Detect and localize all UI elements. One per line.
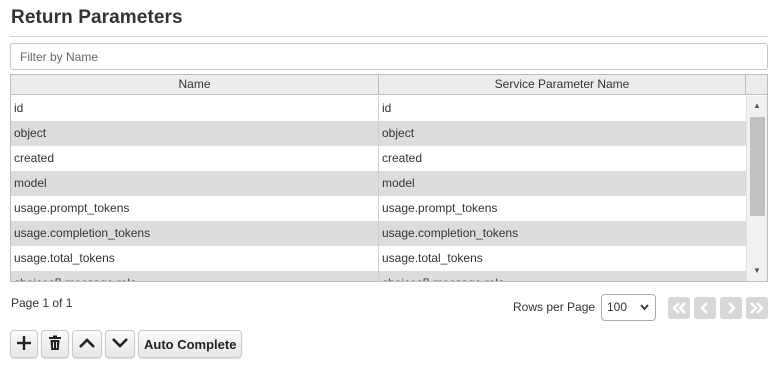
grid-toolbar: Auto Complete <box>10 330 243 358</box>
cell-service-parameter-name[interactable]: usage.total_tokens <box>379 246 746 271</box>
chevron-down-icon <box>639 295 650 330</box>
grid-body: id id object object created created mode… <box>11 96 746 281</box>
trash-icon <box>48 335 62 354</box>
scrollbar-thumb[interactable] <box>750 117 765 216</box>
table-row[interactable]: usage.total_tokens usage.total_tokens <box>11 246 746 271</box>
chevron-down-icon <box>111 336 129 353</box>
rows-per-page-select[interactable]: 100 <box>601 294 656 321</box>
grid-header: Name Service Parameter Name <box>11 75 767 95</box>
cell-service-parameter-name[interactable]: usage.completion_tokens <box>379 221 746 246</box>
first-page-button[interactable] <box>668 297 690 319</box>
cell-name[interactable]: usage.total_tokens <box>11 246 379 271</box>
table-row[interactable]: usage.prompt_tokens usage.prompt_tokens <box>11 196 746 221</box>
scroll-up-icon[interactable]: ▲ <box>747 98 767 113</box>
cell-service-parameter-name[interactable]: id <box>379 96 746 121</box>
cell-service-parameter-name[interactable]: model <box>379 171 746 196</box>
rows-per-page-label: Rows per Page <box>513 300 596 314</box>
table-row[interactable]: created created <box>11 146 746 171</box>
page-title: Return Parameters <box>11 7 183 28</box>
rows-per-page-value: 100 <box>607 300 628 314</box>
column-header-service-parameter-name[interactable]: Service Parameter Name <box>379 75 746 94</box>
move-down-button[interactable] <box>105 330 135 358</box>
header-scroll-spacer <box>746 75 767 94</box>
cell-service-parameter-name[interactable]: object <box>379 121 746 146</box>
previous-page-button[interactable] <box>694 297 716 319</box>
table-row[interactable]: usage.completion_tokens usage.completion… <box>11 221 746 246</box>
plus-icon <box>16 335 32 354</box>
delete-button[interactable] <box>41 330 69 358</box>
scroll-down-icon[interactable]: ▼ <box>747 263 767 278</box>
cell-name[interactable]: usage.completion_tokens <box>11 221 379 246</box>
return-parameters-grid: Name Service Parameter Name id id object… <box>10 74 768 282</box>
double-chevron-left-icon <box>671 301 687 315</box>
chevron-left-icon <box>699 301 711 315</box>
chevron-up-icon <box>78 336 96 353</box>
double-chevron-right-icon <box>749 301 765 315</box>
page-info: Page 1 of 1 <box>11 296 73 310</box>
cell-name[interactable]: model <box>11 171 379 196</box>
chevron-right-icon <box>725 301 737 315</box>
table-row[interactable]: object object <box>11 121 746 146</box>
cell-name[interactable]: created <box>11 146 379 171</box>
column-header-name[interactable]: Name <box>11 75 379 94</box>
vertical-scrollbar[interactable]: ▲ ▼ <box>746 96 767 281</box>
table-row[interactable]: id id <box>11 96 746 121</box>
last-page-button[interactable] <box>746 297 768 319</box>
auto-complete-button[interactable]: Auto Complete <box>138 330 243 358</box>
cell-service-parameter-name[interactable]: created <box>379 146 746 171</box>
cell-name[interactable]: id <box>11 96 379 121</box>
cell-name[interactable]: object <box>11 121 379 146</box>
filter-input[interactable] <box>10 43 768 70</box>
cell-service-parameter-name[interactable]: usage.prompt_tokens <box>379 196 746 221</box>
add-button[interactable] <box>10 330 38 358</box>
move-up-button[interactable] <box>72 330 102 358</box>
cell-name[interactable]: choices[].message.role <box>11 271 379 281</box>
title-divider <box>10 36 768 37</box>
cell-name[interactable]: usage.prompt_tokens <box>11 196 379 221</box>
table-row[interactable]: choices[].message.role choices[].message… <box>11 271 746 281</box>
next-page-button[interactable] <box>720 297 742 319</box>
cell-service-parameter-name[interactable]: choices[].message.role <box>379 271 746 281</box>
table-row[interactable]: model model <box>11 171 746 196</box>
